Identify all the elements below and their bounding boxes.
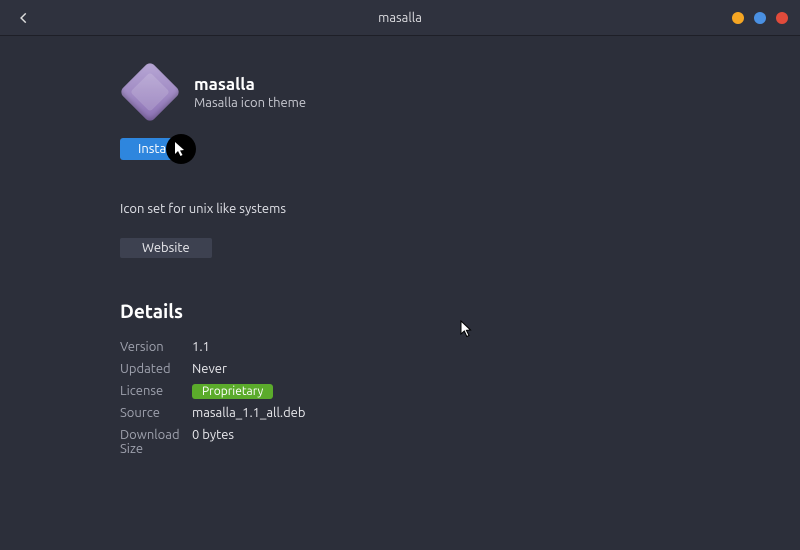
titlebar: masalla (0, 0, 800, 36)
app-subtitle: Masalla icon theme (194, 96, 306, 110)
window-controls (732, 12, 788, 24)
detail-value: Proprietary (192, 384, 273, 398)
app-titles: masalla Masalla icon theme (194, 75, 306, 110)
detail-source: Source masalla_1.1_all.deb (120, 406, 800, 420)
detail-label: Updated (120, 362, 192, 376)
website-button[interactable]: Website (120, 238, 212, 258)
install-button[interactable]: Install (120, 138, 191, 160)
app-description: Icon set for unix like systems (120, 202, 800, 216)
minimize-button[interactable] (732, 12, 744, 24)
detail-value: masalla_1.1_all.deb (192, 406, 305, 420)
detail-label: License (120, 384, 192, 398)
detail-label: Source (120, 406, 192, 420)
app-name: masalla (194, 75, 306, 94)
main-content: masalla Masalla icon theme Install Icon … (0, 36, 800, 456)
detail-updated: Updated Never (120, 362, 800, 376)
detail-license: License Proprietary (120, 384, 800, 398)
detail-label: Download Size (120, 428, 192, 456)
detail-download: Download Size 0 bytes (120, 428, 800, 456)
website-label: Website (142, 241, 190, 255)
app-icon (119, 61, 181, 123)
details-heading: Details (120, 300, 800, 322)
back-button[interactable] (12, 6, 36, 30)
app-header: masalla Masalla icon theme (120, 64, 800, 120)
detail-value: 1.1 (192, 340, 210, 354)
detail-value: 0 bytes (192, 428, 234, 456)
detail-value: Never (192, 362, 227, 376)
detail-label: Version (120, 340, 192, 354)
detail-version: Version 1.1 (120, 340, 800, 354)
window-title: masalla (378, 11, 422, 25)
maximize-button[interactable] (754, 12, 766, 24)
install-label: Install (138, 142, 173, 156)
close-button[interactable] (776, 12, 788, 24)
license-badge: Proprietary (192, 384, 273, 399)
